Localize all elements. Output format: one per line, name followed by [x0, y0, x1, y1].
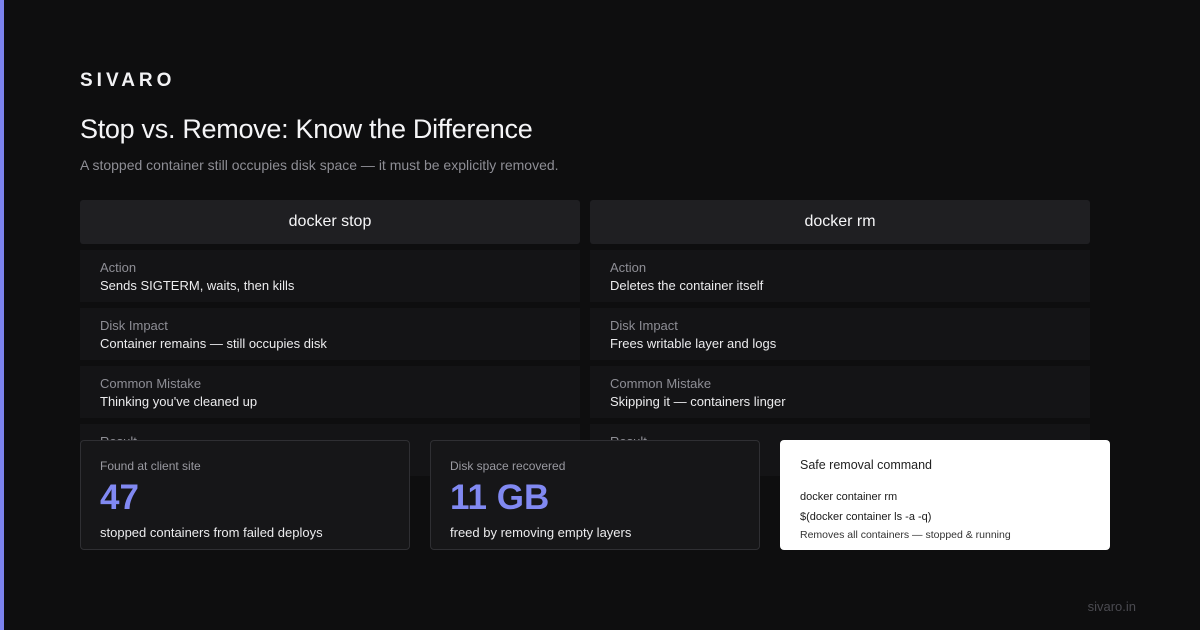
table-row: Action Deletes the container itself [590, 250, 1090, 302]
footer-url: sivaro.in [1087, 599, 1136, 614]
stat-caption: freed by removing empty layers [450, 525, 632, 540]
row-label: Common Mistake [610, 376, 712, 391]
command-line-2: $(docker container ls -a -q) [800, 511, 932, 523]
page-subtitle: A stopped container still occupies disk … [80, 157, 559, 173]
table-row: Disk Impact Container remains — still oc… [80, 308, 580, 360]
command-card: Safe removal command docker container rm… [780, 440, 1110, 550]
column-header: docker stop [80, 200, 580, 244]
stat-card-containers: Found at client site 47 stopped containe… [80, 440, 410, 550]
brand-logo: SIVARO [80, 70, 176, 91]
slide: SIVARO Stop vs. Remove: Know the Differe… [0, 0, 1200, 630]
stat-number: 11 GB [450, 478, 550, 517]
row-label: Action [100, 260, 137, 275]
accent-bar [0, 0, 4, 630]
row-label: Common Mistake [100, 376, 202, 391]
page-title: Stop vs. Remove: Know the Difference [80, 114, 533, 144]
stat-label: Found at client site [100, 459, 201, 473]
row-value: Frees writable layer and logs [610, 336, 777, 351]
command-card-title: Safe removal command [800, 458, 933, 472]
table-row: Action Sends SIGTERM, waits, then kills [80, 250, 580, 302]
table-row: Disk Impact Frees writable layer and log… [590, 308, 1090, 360]
stat-caption: stopped containers from failed deploys [100, 525, 323, 540]
stat-label: Disk space recovered [450, 459, 566, 473]
table-row: Common Mistake Skipping it — containers … [590, 366, 1090, 418]
command-line-1: docker container rm [800, 491, 898, 503]
row-value: Thinking you've cleaned up [100, 394, 258, 409]
row-value: Skipping it — containers linger [610, 394, 786, 409]
row-value: Container remains — still occupies disk [100, 336, 327, 351]
row-value: Deletes the container itself [610, 278, 764, 293]
stat-number: 47 [100, 478, 139, 517]
column-docker-stop: docker stop Action Sends SIGTERM, waits,… [80, 200, 580, 476]
stat-card-disk-space: Disk space recovered 11 GB freed by remo… [430, 440, 760, 550]
row-label: Disk Impact [100, 318, 168, 333]
column-docker-rm: docker rm Action Deletes the container i… [590, 200, 1090, 476]
row-label: Action [610, 260, 647, 275]
row-label: Disk Impact [610, 318, 678, 333]
table-row: Common Mistake Thinking you've cleaned u… [80, 366, 580, 418]
command-note: Removes all containers — stopped & runni… [800, 529, 1011, 541]
column-header: docker rm [590, 200, 1090, 244]
row-value: Sends SIGTERM, waits, then kills [100, 278, 295, 293]
